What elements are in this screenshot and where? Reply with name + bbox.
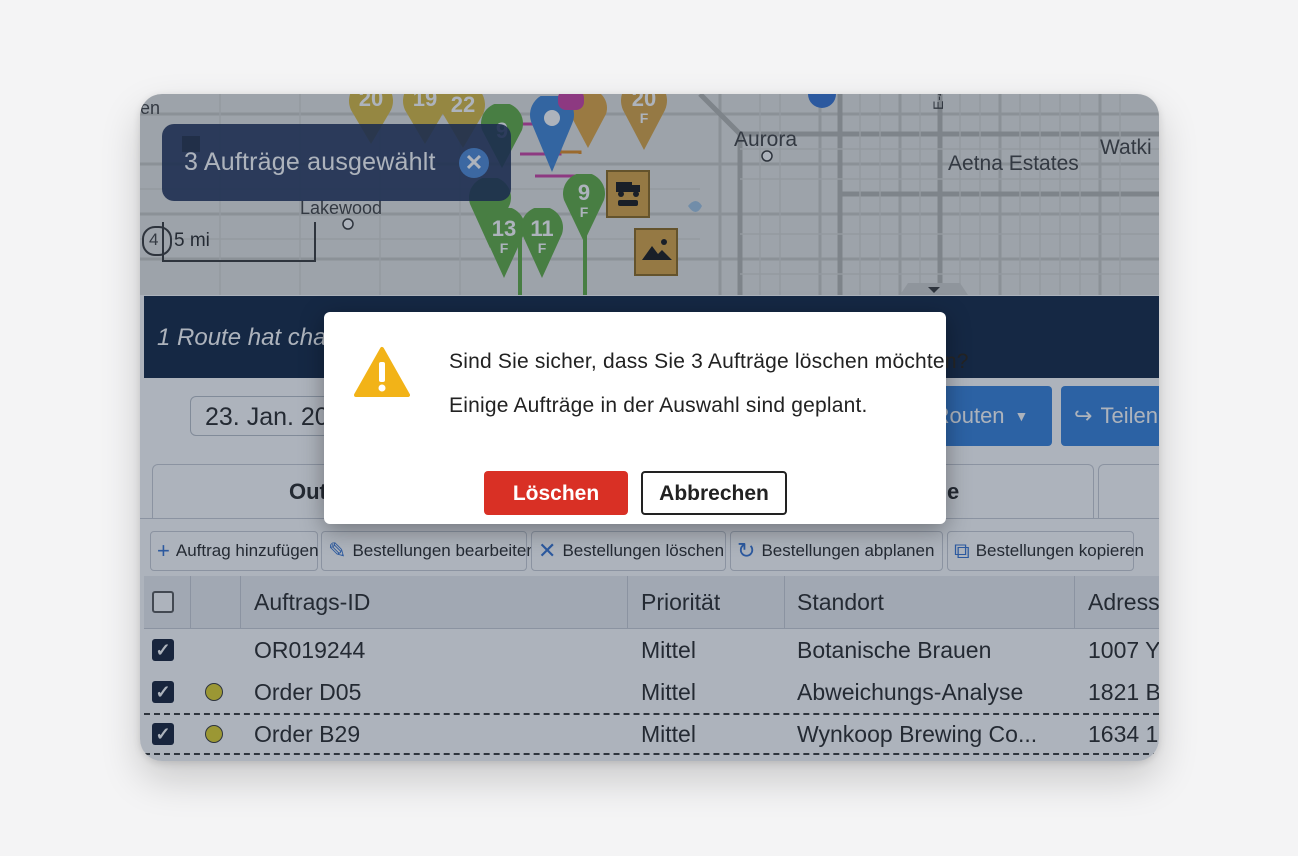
app-window: Aurora Aetna Estates Watki Lakewood en E…	[140, 94, 1159, 761]
confirm-delete-button[interactable]: Löschen	[484, 471, 628, 515]
dialog-detail: Einige Aufträge in der Auswahl sind gepl…	[449, 394, 868, 417]
dialog-question: Sind Sie sicher, dass Sie 3 Aufträge lös…	[449, 350, 969, 373]
warning-icon	[354, 347, 410, 397]
cancel-button[interactable]: Abbrechen	[641, 471, 787, 515]
delete-confirmation-dialog: Sind Sie sicher, dass Sie 3 Aufträge lös…	[324, 312, 968, 524]
